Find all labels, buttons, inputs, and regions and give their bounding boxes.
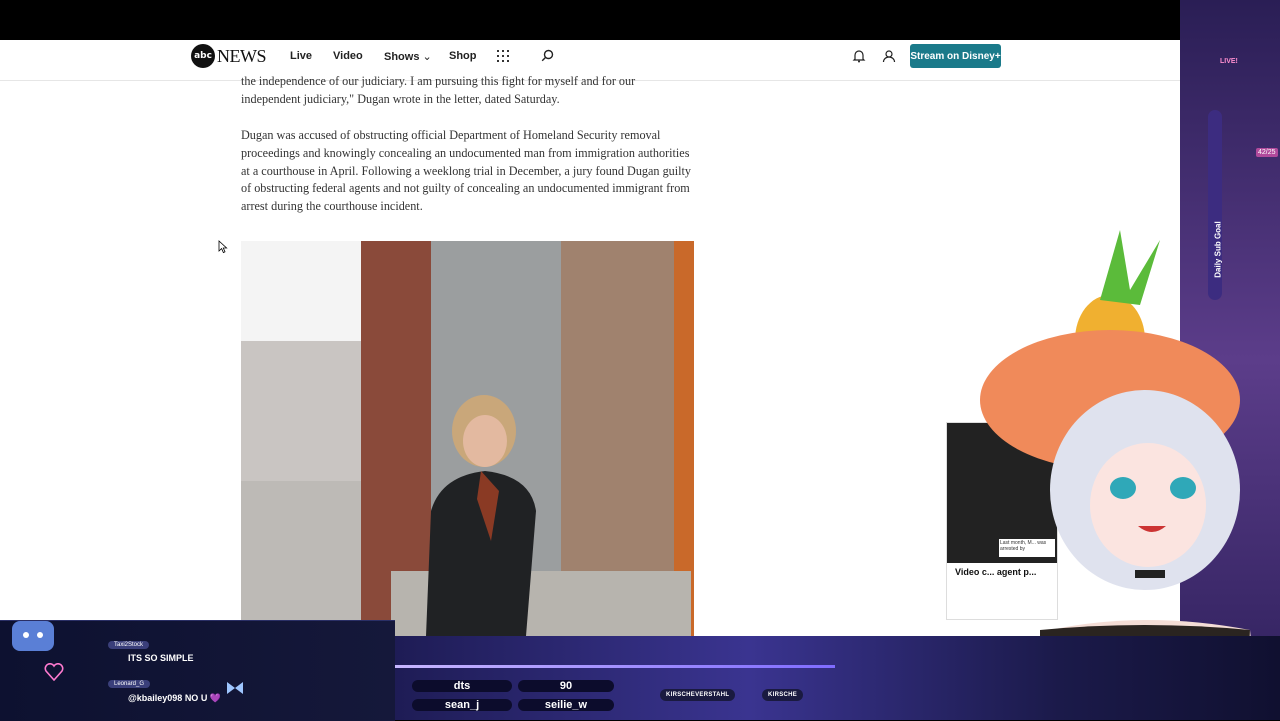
paragraph-1-line-1: the independence of our judiciary. I am …: [241, 74, 636, 88]
mascot-icon: [12, 621, 54, 651]
nav-shop[interactable]: Shop: [449, 50, 477, 62]
nav-video[interactable]: Video: [333, 50, 363, 62]
stream-pill: dts: [412, 680, 512, 692]
nav-live[interactable]: Live: [290, 50, 312, 62]
mouse-cursor-icon: [218, 240, 228, 254]
abc-logo-badge: abc: [191, 44, 215, 68]
sub-goal-count: 42/25: [1256, 148, 1278, 157]
chat-username: Leonard_G: [108, 680, 151, 688]
logo-wordmark: NEWS: [217, 45, 267, 66]
stream-pill: seilie_w: [518, 699, 614, 711]
abc-news-logo[interactable]: abc NEWS: [191, 44, 267, 68]
article-paragraph-1: the independence of our judiciary. I am …: [241, 73, 696, 109]
stream-tag: KIRSCHE: [762, 689, 804, 701]
stream-pill: sean_j: [412, 699, 512, 711]
bow-icon: [227, 682, 243, 694]
bell-icon[interactable]: [852, 49, 866, 63]
chat-username: Taxi2Stock: [108, 641, 150, 649]
chat-message: @kbailey098 NO U 💜: [128, 693, 222, 703]
nav-shows[interactable]: Shows ⌄: [384, 50, 432, 63]
user-icon[interactable]: [882, 49, 896, 63]
paragraph-1-line-2: independent judiciary," Dugan wrote in t…: [241, 91, 560, 106]
stream-tag: KIRSCHEVERSTAHL: [660, 689, 736, 701]
heart-icon: [44, 663, 64, 681]
article-paragraph-2: Dugan was accused of obstructing officia…: [241, 128, 692, 214]
chat-message: ITS SO SIMPLE: [128, 653, 194, 663]
article-photo[interactable]: [241, 241, 694, 636]
nav-shows-label: Shows: [384, 51, 420, 63]
chat-overlay: Taxi2Stock ITS SO SIMPLE Leonard_G @kbai…: [0, 620, 395, 721]
stream-on-disney-button[interactable]: Stream on Disney+: [910, 44, 1001, 68]
stream-pill: 90: [518, 680, 614, 692]
search-icon[interactable]: [541, 49, 554, 62]
chevron-down-icon: ⌄: [422, 51, 432, 63]
stream-progress-line: [395, 665, 835, 668]
browser-top-strip: [0, 0, 1280, 40]
apps-grid-icon[interactable]: [497, 50, 509, 62]
live-label: LIVE!: [1220, 58, 1238, 65]
